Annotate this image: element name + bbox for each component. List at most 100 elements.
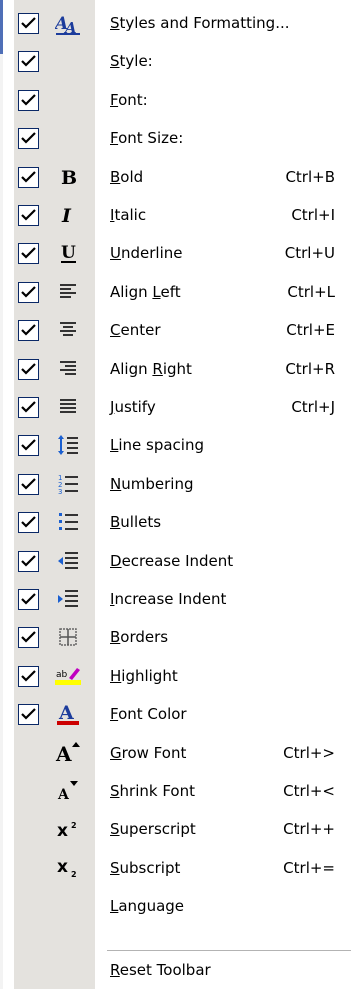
window-edge-accent — [0, 0, 3, 54]
svg-text:A: A — [57, 787, 70, 803]
menu-item-font-color[interactable]: A Font Color — [14, 695, 351, 733]
check-mark-icon — [21, 17, 36, 29]
check-mark-icon — [21, 478, 36, 490]
checkbox-checked[interactable] — [18, 435, 39, 457]
bullets-icon — [54, 509, 82, 535]
menu-item-label: Line spacing — [110, 436, 205, 455]
menu-item-label: Increase Indent — [110, 590, 227, 608]
customize-toolbar-menu: A A Styles and Formatting... Style: Font: Fon… — [14, 0, 351, 989]
svg-text:A: A — [58, 702, 74, 724]
menu-item-label: Bullets — [110, 513, 162, 532]
menu-item-align-right[interactable]: Align Right Ctrl+R — [14, 350, 351, 388]
menu-item-line-spacing[interactable]: Line spacing — [14, 426, 351, 464]
menu-item-label: Italic — [110, 206, 147, 224]
menu-item-language[interactable]: Language — [14, 887, 351, 925]
menu-item-shortcut: Ctrl+B — [285, 167, 335, 186]
menu-item-label: Style: — [110, 52, 153, 71]
menu-item-label: Font: — [110, 90, 148, 109]
menu-item-label: Highlight — [110, 666, 178, 685]
menu-item-decrease-indent[interactable]: Decrease Indent — [14, 542, 351, 580]
checkbox-checked[interactable] — [18, 13, 39, 34]
justify-icon — [54, 394, 82, 420]
menu-item-style[interactable]: Style: — [14, 42, 351, 80]
align-right-icon — [54, 356, 82, 382]
check-mark-icon — [21, 362, 36, 375]
menu-item-label: Styles and Formatting... — [110, 14, 290, 32]
grow-font-icon: A — [54, 740, 82, 766]
menu-item-superscript[interactable]: x 2 Superscript Ctrl++ — [14, 810, 351, 848]
menu-item-label: Align Right — [110, 359, 192, 378]
checkbox-checked[interactable] — [18, 320, 39, 342]
menu-item-shortcut: Ctrl+= — [283, 858, 335, 877]
menu-item-label: Shrink Font — [110, 782, 195, 800]
menu-item-highlight[interactable]: ab Highlight — [14, 657, 351, 695]
checkbox-checked[interactable] — [18, 243, 39, 265]
checkbox-checked[interactable] — [18, 89, 39, 111]
check-mark-icon — [21, 209, 36, 221]
check-mark-icon — [21, 516, 36, 528]
line-spacing-icon — [54, 432, 82, 458]
check-mark-icon — [21, 55, 36, 67]
shrink-font-icon: A — [54, 778, 82, 804]
italic-icon: I — [54, 202, 82, 228]
check-mark-icon — [21, 670, 36, 682]
align-center-icon — [54, 317, 82, 343]
menu-item-label: Center — [110, 321, 161, 340]
menu-item-grow-font[interactable]: A Grow Font Ctrl+> — [14, 734, 351, 772]
checkbox-checked[interactable] — [18, 128, 39, 150]
menu-item-shortcut: Ctrl+> — [283, 743, 335, 762]
menu-item-label: Superscript — [110, 820, 196, 839]
check-mark-icon — [21, 439, 36, 451]
menu-item-label: Reset Toolbar — [110, 961, 211, 979]
checkbox-checked[interactable] — [18, 550, 39, 572]
checkbox-checked[interactable] — [18, 281, 39, 303]
checkbox-checked[interactable] — [18, 397, 39, 418]
check-mark-icon — [21, 286, 36, 298]
checkbox-checked[interactable] — [18, 589, 39, 610]
menu-item-subscript[interactable]: x 2 Subscript Ctrl+= — [14, 849, 351, 887]
menu-item-label: Borders — [110, 628, 169, 647]
styles-formatting-icon: AA — [54, 10, 82, 36]
checkbox-checked[interactable] — [18, 166, 39, 188]
menu-item-justify[interactable]: Justify Ctrl+J — [14, 388, 351, 426]
checkbox-checked[interactable] — [18, 627, 39, 649]
menu-item-underline[interactable]: U Underline Ctrl+U — [14, 234, 351, 272]
menu-item-shrink-font[interactable]: A Shrink Font Ctrl+< — [14, 772, 351, 810]
menu-item-italic[interactable]: I Italic Ctrl+I — [14, 196, 351, 234]
menu-item-reset-toolbar[interactable]: Reset Toolbar — [14, 951, 351, 989]
increase-indent-icon — [54, 586, 82, 612]
menu-item-styles[interactable]: A A Styles and Formatting... — [14, 4, 351, 42]
check-mark-icon — [21, 593, 36, 605]
menu-item-font-size[interactable]: Font Size: — [14, 119, 351, 157]
menu-item-bold[interactable]: B Bold Ctrl+B — [14, 158, 351, 196]
menu-item-bullets[interactable]: Bullets — [14, 503, 351, 541]
highlight-icon: ab — [54, 663, 82, 689]
menu-item-shortcut: Ctrl+J — [291, 398, 335, 416]
checkbox-checked[interactable] — [18, 512, 39, 534]
menu-item-font[interactable]: Font: — [14, 81, 351, 119]
bold-icon: B — [54, 164, 82, 190]
menu-item-label: Align Left — [110, 282, 181, 301]
numbering-icon: 123 — [54, 471, 82, 497]
menu-item-label: Font Size: — [110, 129, 184, 148]
checkbox-checked[interactable] — [18, 205, 39, 226]
svg-text:3: 3 — [58, 488, 62, 495]
svg-text:I: I — [61, 205, 72, 226]
checkbox-checked[interactable] — [18, 665, 39, 687]
checkbox-checked[interactable] — [18, 358, 39, 380]
menu-item-center[interactable]: Center Ctrl+E — [14, 311, 351, 349]
menu-item-align-left[interactable]: Align Left Ctrl+L — [14, 273, 351, 311]
font-color-icon: A — [54, 701, 82, 727]
checkbox-checked[interactable] — [18, 473, 39, 495]
menu-item-borders[interactable]: Borders — [14, 618, 351, 656]
menu-item-increase-indent[interactable]: Increase Indent — [14, 580, 351, 618]
checkbox-checked[interactable] — [18, 51, 39, 73]
svg-text:U: U — [61, 243, 76, 263]
menu-item-label: Decrease Indent — [110, 551, 234, 570]
menu-item-numbering[interactable]: 1 2 3 Numbering — [14, 465, 351, 503]
menu-item-label: Numbering — [110, 474, 194, 493]
menu-item-shortcut: Ctrl+R — [285, 359, 335, 378]
checkbox-checked[interactable] — [18, 704, 39, 726]
menu-item-shortcut: Ctrl+I — [291, 206, 335, 224]
underline-icon: U — [54, 240, 82, 266]
